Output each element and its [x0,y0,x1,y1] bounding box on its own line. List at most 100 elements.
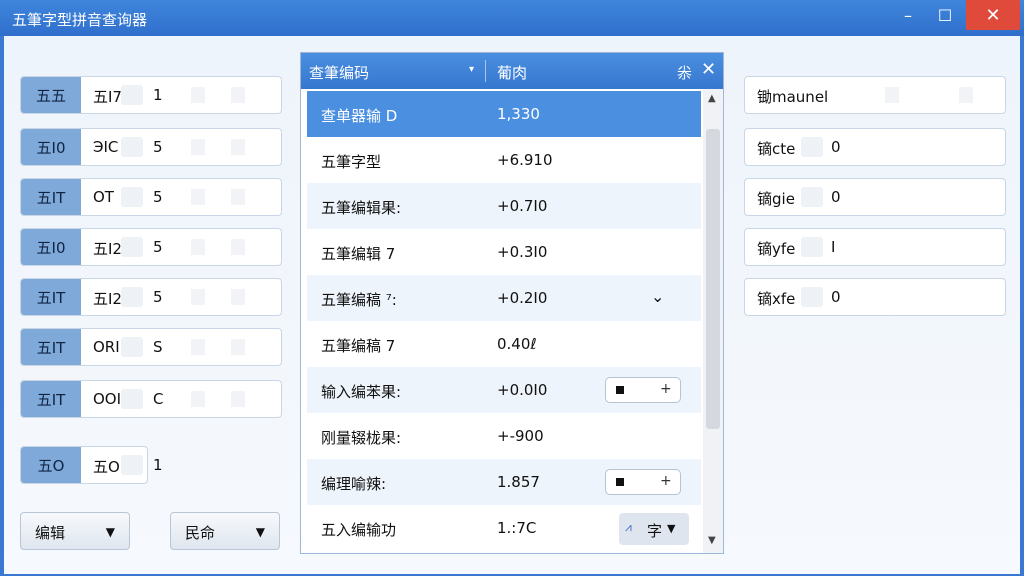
left-field-row[interactable]: 五O 五OI 1 [20,446,163,484]
redacted-mark [121,85,143,105]
chevron-down-icon[interactable]: ⌄ [651,287,664,306]
row-key: 刚量辍栊果: [321,429,402,447]
table-row[interactable]: 查单器输 D 1,330 [307,91,701,137]
table-row[interactable]: 五筆编辑 7 +0.3I0 [307,229,701,275]
scroll-down-icon[interactable]: ▼ [708,535,716,546]
redacted-mark [885,87,899,103]
row-key: 五筆编稿 ⁷: [321,291,397,309]
left-field-row[interactable]: 五I0 五I2 5 [20,228,282,266]
field-tag: 五五 [21,77,81,113]
field-label: 镝gie [757,190,795,208]
sort-arrow-icon[interactable]: ▾ [469,64,474,75]
table-row[interactable]: 五筆字型 +6.910 [307,137,701,183]
left-field-row[interactable]: 五I0 ЭIC 5 [20,128,282,166]
grid-header: 查筆编码 ▾ 葡肉 尜 ✕ [301,53,723,89]
field-value: 5 [153,238,163,256]
stop-icon [616,478,624,486]
row-key: 输入编苯果: [321,383,402,401]
row-value: +6.910 [497,151,553,169]
right-field-row[interactable]: 锄mauneⅼ [744,76,1006,114]
plus-icon[interactable]: + [660,473,672,489]
redacted-mark [121,337,143,357]
minimize-button[interactable]: – [890,0,926,30]
chevron-down-icon: ▼ [105,525,115,539]
field-tag: 五IT [21,329,81,365]
field-tag: 五IT [21,179,81,215]
redacted-mark [801,287,823,307]
redacted-mark [231,339,245,355]
redacted-mark [231,87,245,103]
close-button[interactable]: ✕ [966,0,1020,30]
right-field-row[interactable]: 镝yfe I [744,228,1006,266]
field-code: 五I7 [93,88,122,106]
column-divider [485,60,486,82]
window-title: 五筆字型拼音查询器 [12,11,148,29]
table-row[interactable]: 刚量辍栊果: +-900 [307,413,701,459]
row-value: 1,330 [497,105,540,123]
redacted-mark [191,87,205,103]
dropdown-label: 编辑 [35,524,66,542]
row-key: 五筆编稿 7 [321,337,396,355]
redacted-mark [191,239,205,255]
right-field-row[interactable]: 镝gie 0 [744,178,1006,216]
pin-icon[interactable]: 尜 [677,62,692,83]
row-key: 五筆编辑果: [321,199,402,217]
scroll-thumb[interactable] [706,129,720,429]
table-row[interactable]: 五筆编稿 ⁷: +0.2I0 ⌄ [307,275,701,321]
scroll-up-icon[interactable]: ▲ [708,93,716,104]
left-field-row[interactable]: 五IT ORI S [20,328,282,366]
field-code: OT [93,188,114,206]
row-key: 五入编输功 [321,521,397,539]
table-row[interactable]: 输入编苯果: +0.0I0 + [307,367,701,413]
column-header-code[interactable]: 查筆编码 [309,62,369,83]
redacted-mark [191,189,205,205]
table-row[interactable]: 五筆编稿 7 0.40ℓ [307,321,701,367]
left-field-row[interactable]: 五IT 五I2 5 [20,278,282,316]
close-icon[interactable]: ✕ [701,59,716,80]
mode-dropdown-button[interactable]: 民命 ▼ [170,512,280,550]
redacted-mark [231,391,245,407]
field-label: 镝xfe [757,290,796,308]
redacted-mark [191,289,205,305]
plus-icon[interactable]: + [660,381,672,397]
row-value: 1.:7C [497,519,537,537]
column-header-value[interactable]: 葡肉 [497,62,527,83]
table-row[interactable]: 编理喻辣: 1.857 + [307,459,701,505]
row-stepper[interactable]: + [605,377,681,403]
field-code: 五OI [93,458,125,476]
field-value: 0 [831,288,841,306]
row-stepper[interactable]: + [605,469,681,495]
pinyin-dropdown-button[interactable]: ⩘ 字 ▼ [619,513,689,545]
redacted-mark [191,339,205,355]
row-value: +-900 [497,427,544,445]
redacted-mark [231,239,245,255]
field-code: 五I2 [93,240,122,258]
redacted-mark [191,139,205,155]
row-key: 编理喻辣: [321,475,387,493]
redacted-mark [121,455,143,475]
redacted-mark [121,389,143,409]
stop-icon [616,386,624,394]
table-row[interactable]: 五筆编辑果: +0.7I0 [307,183,701,229]
chevron-down-icon: ▼ [667,522,676,535]
field-label: 镝cte [757,140,796,158]
left-field-row[interactable]: 五IT OT 5 [20,178,282,216]
right-field-row[interactable]: 镝cte 0 [744,128,1006,166]
wave-icon: ⩘ [625,520,632,534]
edit-dropdown-button[interactable]: 编辑 ▼ [20,512,130,550]
window-client: 五五 五I7 1 五I0 ЭIC 5 五IT OT 5 五I0 五I2 5 五I… [4,36,1020,574]
table-row[interactable]: 五入编输功 1.:7C ⩘ 字 ▼ [307,505,701,551]
row-key: 五筆编辑 7 [321,245,396,263]
maximize-button[interactable]: ☐ [927,0,963,30]
left-field-row[interactable]: 五IT OOIV C [20,380,282,418]
redacted-mark [191,391,205,407]
redacted-mark [121,237,143,257]
right-field-row[interactable]: 镝xfe 0 [744,278,1006,316]
field-value: 0 [831,188,841,206]
vertical-scrollbar[interactable]: ▲ ▼ [703,89,723,553]
results-grid: 查筆编码 ▾ 葡肉 尜 ✕ 查单器输 D 1,330 五筆字型 +6.910 五… [300,52,724,554]
left-field-row[interactable]: 五五 五I7 1 [20,76,282,114]
row-value: +0.3I0 [497,243,548,261]
field-value: 0 [831,138,841,156]
row-value: +0.0I0 [497,381,548,399]
